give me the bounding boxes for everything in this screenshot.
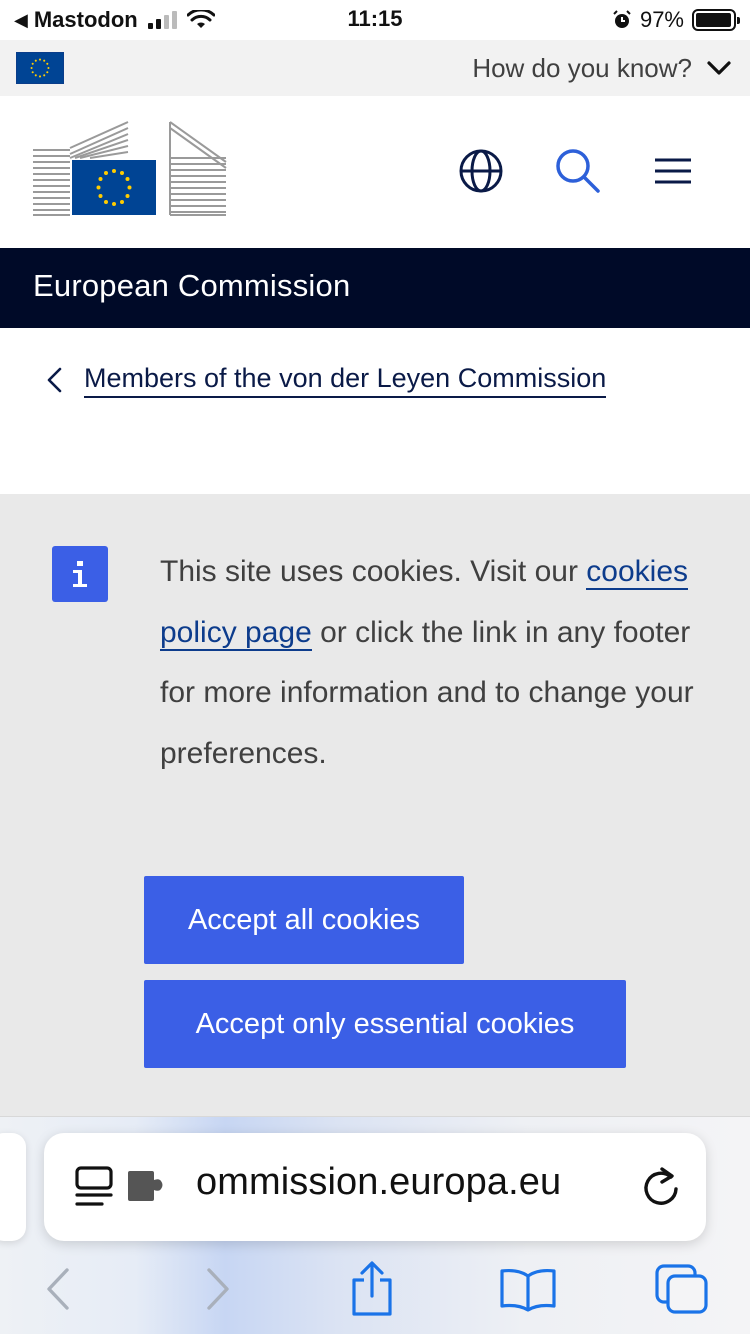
chevron-left-icon	[47, 1268, 69, 1310]
previous-tab-card[interactable]	[0, 1133, 26, 1241]
accept-essential-cookies-button[interactable]: Accept only essential cookies	[144, 980, 626, 1068]
alarm-icon	[613, 10, 631, 28]
info-icon	[52, 546, 108, 602]
battery-percent: 97%	[639, 7, 684, 32]
browser-back-button[interactable]	[28, 1259, 88, 1319]
chevron-down-icon	[707, 61, 731, 75]
language-globe-button[interactable]	[456, 146, 506, 196]
breadcrumb[interactable]: Members of the von der Leyen Commission	[44, 356, 607, 404]
menu-button[interactable]	[648, 146, 698, 196]
search-button[interactable]	[552, 146, 602, 196]
share-button[interactable]	[342, 1259, 402, 1319]
browser-toolbar: ommission.europa.eu	[0, 1116, 750, 1334]
cookie-message: This site uses cookies. Visit our cookie…	[160, 542, 720, 784]
bookmarks-button[interactable]	[498, 1259, 558, 1319]
accept-all-cookies-button[interactable]: Accept all cookies	[144, 876, 464, 964]
eu-commission-logo[interactable]	[30, 118, 230, 218]
tabs-overview-icon	[655, 1264, 708, 1314]
menu-icon	[655, 158, 691, 184]
share-icon	[352, 1261, 392, 1316]
globe-icon	[459, 149, 503, 193]
url-text[interactable]: ommission.europa.eu	[196, 1161, 626, 1204]
status-bar: ◀ Mastodon 11:15 97%	[0, 0, 750, 40]
address-bar[interactable]: ommission.europa.eu	[44, 1133, 706, 1241]
chevron-left-icon	[44, 366, 70, 394]
breadcrumb-link[interactable]: Members of the von der Leyen Commission	[84, 363, 607, 398]
how-do-you-know-toggle[interactable]: How do you know?	[472, 50, 732, 86]
how-do-you-know-label: How do you know?	[472, 52, 692, 83]
battery-icon	[692, 9, 740, 31]
extension-puzzle-icon[interactable]	[126, 1169, 168, 1205]
tabs-button[interactable]	[652, 1259, 712, 1319]
cookie-text-before-link: This site uses cookies. Visit our	[160, 555, 587, 588]
browser-forward-button[interactable]	[188, 1259, 248, 1319]
reader-mode-icon[interactable]	[74, 1165, 114, 1209]
chevron-right-icon	[207, 1268, 229, 1310]
site-title-bar: European Commission	[0, 248, 750, 328]
official-site-banner: How do you know?	[0, 40, 750, 96]
search-icon	[556, 149, 600, 193]
site-title[interactable]: European Commission	[33, 268, 350, 304]
eu-flag-icon	[16, 52, 64, 84]
cookie-consent-banner: This site uses cookies. Visit our cookie…	[0, 494, 750, 1116]
bookmarks-book-icon	[500, 1268, 556, 1312]
site-header	[0, 96, 750, 248]
reload-icon[interactable]	[638, 1163, 684, 1211]
